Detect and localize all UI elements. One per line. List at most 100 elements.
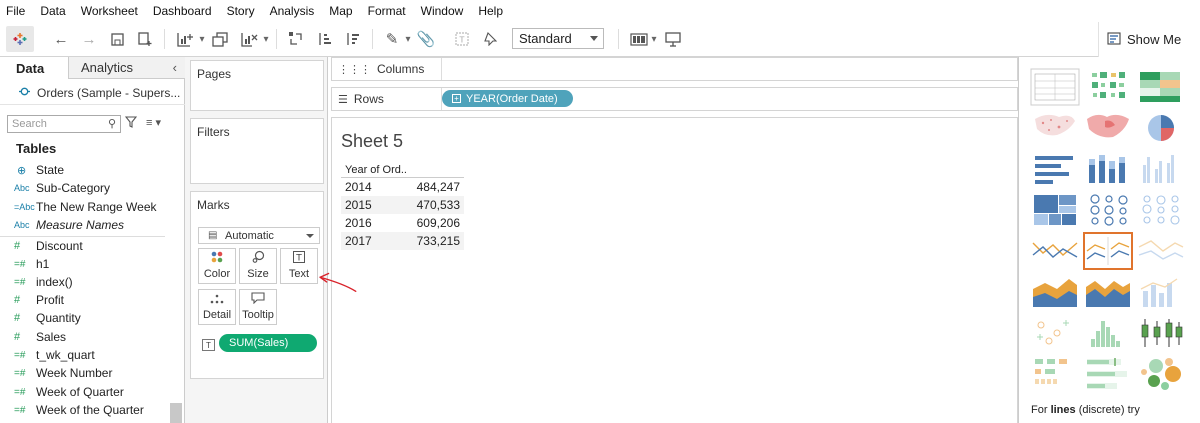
tooltip-button[interactable]: Tooltip: [239, 289, 277, 325]
pie-chart-icon[interactable]: [1137, 110, 1185, 146]
table-row[interactable]: 2015 470,533: [341, 196, 464, 214]
field-item[interactable]: =# Week of Quarter: [0, 383, 175, 401]
highlight-table-chart-icon[interactable]: [1137, 69, 1185, 105]
menu-item-map[interactable]: Map: [329, 4, 352, 18]
table-column-header[interactable]: Year of Ord..: [341, 162, 464, 178]
sum-sales-pill[interactable]: SUM(Sales): [219, 334, 317, 352]
chevron-down-icon[interactable]: ▾: [198, 28, 206, 50]
field-item[interactable]: # Quantity: [0, 309, 175, 327]
menu-item-window[interactable]: Window: [421, 4, 464, 18]
expand-plus-icon[interactable]: +: [452, 94, 461, 103]
pin-icon[interactable]: [480, 28, 500, 50]
new-worksheet-icon[interactable]: [174, 28, 196, 50]
field-item[interactable]: # Profit: [0, 291, 175, 309]
table-row[interactable]: 2017 733,215: [341, 232, 464, 250]
menu-item-format[interactable]: Format: [368, 4, 406, 18]
show-cards-icon[interactable]: [628, 28, 650, 50]
treemap-chart-icon[interactable]: [1031, 192, 1079, 228]
circle-views-chart-icon[interactable]: [1084, 192, 1132, 228]
field-item[interactable]: =# Week of the Quarter: [0, 401, 175, 419]
redo-icon[interactable]: →: [80, 28, 98, 50]
horizontal-bars-chart-icon[interactable]: [1031, 151, 1079, 187]
lines-discrete-chart-icon[interactable]: [1083, 232, 1133, 270]
field-item[interactable]: # Discount: [0, 237, 175, 255]
field-item[interactable]: =# index(): [0, 273, 175, 291]
menu-item-dashboard[interactable]: Dashboard: [153, 4, 212, 18]
field-item[interactable]: Abc Measure Names: [0, 216, 175, 234]
sort-ascending-icon[interactable]: [314, 28, 334, 50]
fit-dropdown[interactable]: Standard: [512, 28, 604, 49]
histogram-chart-icon[interactable]: [1084, 315, 1132, 351]
lines-continuous-chart-icon[interactable]: [1031, 233, 1079, 269]
field-list-scrollbar[interactable]: [170, 403, 182, 423]
pages-shelf[interactable]: Pages: [190, 60, 324, 111]
clear-sheet-icon[interactable]: [238, 28, 260, 50]
show-labels-icon[interactable]: T: [452, 28, 472, 50]
field-item[interactable]: Abc Sub-Category: [0, 179, 175, 197]
sort-descending-icon[interactable]: [342, 28, 362, 50]
dual-combination-chart-icon[interactable]: [1137, 274, 1185, 310]
collapse-pane-icon[interactable]: ‹: [173, 60, 177, 75]
area-discrete-chart-icon[interactable]: [1084, 274, 1132, 310]
packed-bubbles-chart-icon[interactable]: [1137, 356, 1185, 392]
filter-icon[interactable]: [124, 116, 138, 131]
size-button[interactable]: Size: [239, 248, 277, 284]
chevron-down-icon[interactable]: ▾: [650, 28, 658, 50]
filled-map-chart-icon[interactable]: [1084, 110, 1132, 146]
rows-shelf[interactable]: ☰ Rows: [331, 87, 1018, 111]
menu-item-analysis[interactable]: Analysis: [270, 4, 315, 18]
data-source-item[interactable]: Orders (Sample - Supers...: [0, 81, 185, 105]
scatter-plot-chart-icon[interactable]: [1031, 315, 1079, 351]
show-me-button[interactable]: Show Me: [1098, 22, 1200, 57]
columns-shelf-text: Columns: [377, 62, 425, 76]
chevron-down-icon[interactable]: ▾: [262, 28, 270, 50]
undo-icon[interactable]: ←: [52, 28, 70, 50]
menu-item-story[interactable]: Story: [227, 4, 255, 18]
gantt-chart-icon[interactable]: [1031, 356, 1079, 392]
box-whisker-chart-icon[interactable]: [1137, 315, 1185, 351]
color-button[interactable]: Color: [198, 248, 236, 284]
menu-item-help[interactable]: Help: [478, 4, 503, 18]
highlight-pen-icon[interactable]: ✎: [382, 28, 402, 50]
tab-analytics[interactable]: Analytics ‹: [68, 57, 185, 79]
detail-button[interactable]: Detail: [198, 289, 236, 325]
field-item[interactable]: =# t_wk_quart: [0, 346, 175, 364]
field-item[interactable]: # Sales: [0, 328, 175, 346]
menu-item-data[interactable]: Data: [40, 4, 65, 18]
text-table-chart-icon[interactable]: [1030, 68, 1080, 106]
menu-item-worksheet[interactable]: Worksheet: [81, 4, 138, 18]
save-icon[interactable]: [108, 28, 126, 50]
tableau-logo-button[interactable]: [6, 26, 34, 52]
columns-shelf[interactable]: ⋮⋮⋮ Columns: [331, 57, 1018, 81]
menu-item-file[interactable]: File: [6, 4, 25, 18]
table-row[interactable]: 2014 484,247: [341, 178, 464, 196]
filters-shelf[interactable]: Filters: [190, 118, 324, 184]
stacked-bars-chart-icon[interactable]: [1084, 151, 1132, 187]
symbol-map-chart-icon[interactable]: [1031, 110, 1079, 146]
paperclip-icon[interactable]: 📎: [416, 28, 436, 50]
year-order-date-pill[interactable]: + YEAR(Order Date): [442, 90, 573, 107]
side-by-side-bars-chart-icon[interactable]: [1137, 151, 1185, 187]
field-item[interactable]: ⊕ State: [0, 161, 175, 179]
dual-lines-chart-icon[interactable]: [1137, 233, 1185, 269]
mark-type-dropdown[interactable]: ▤ Automatic: [198, 227, 320, 244]
swap-rows-columns-icon[interactable]: [286, 28, 306, 50]
field-item[interactable]: =Abc The New Range Week: [0, 198, 175, 216]
table-row[interactable]: 2016 609,206: [341, 214, 464, 232]
new-data-source-icon[interactable]: [136, 28, 154, 50]
area-continuous-chart-icon[interactable]: [1031, 274, 1079, 310]
presentation-mode-icon[interactable]: [662, 28, 684, 50]
svg-text:T: T: [459, 36, 465, 45]
view-options-icon[interactable]: ≡ ▾: [146, 116, 161, 129]
sheet-title[interactable]: Sheet 5: [341, 131, 403, 152]
chevron-down-icon[interactable]: ▾: [404, 28, 412, 50]
tab-data[interactable]: Data: [0, 57, 68, 79]
side-by-side-circles-chart-icon[interactable]: [1137, 192, 1185, 228]
field-search-input[interactable]: Search ⚲: [7, 115, 121, 133]
field-item[interactable]: =# Week Number: [0, 364, 175, 382]
field-item[interactable]: =# h1: [0, 255, 175, 273]
heat-map-chart-icon[interactable]: [1084, 69, 1132, 105]
field-name: Sub-Category: [36, 181, 111, 195]
duplicate-sheet-icon[interactable]: [210, 28, 230, 50]
bullet-graph-chart-icon[interactable]: [1084, 356, 1132, 392]
